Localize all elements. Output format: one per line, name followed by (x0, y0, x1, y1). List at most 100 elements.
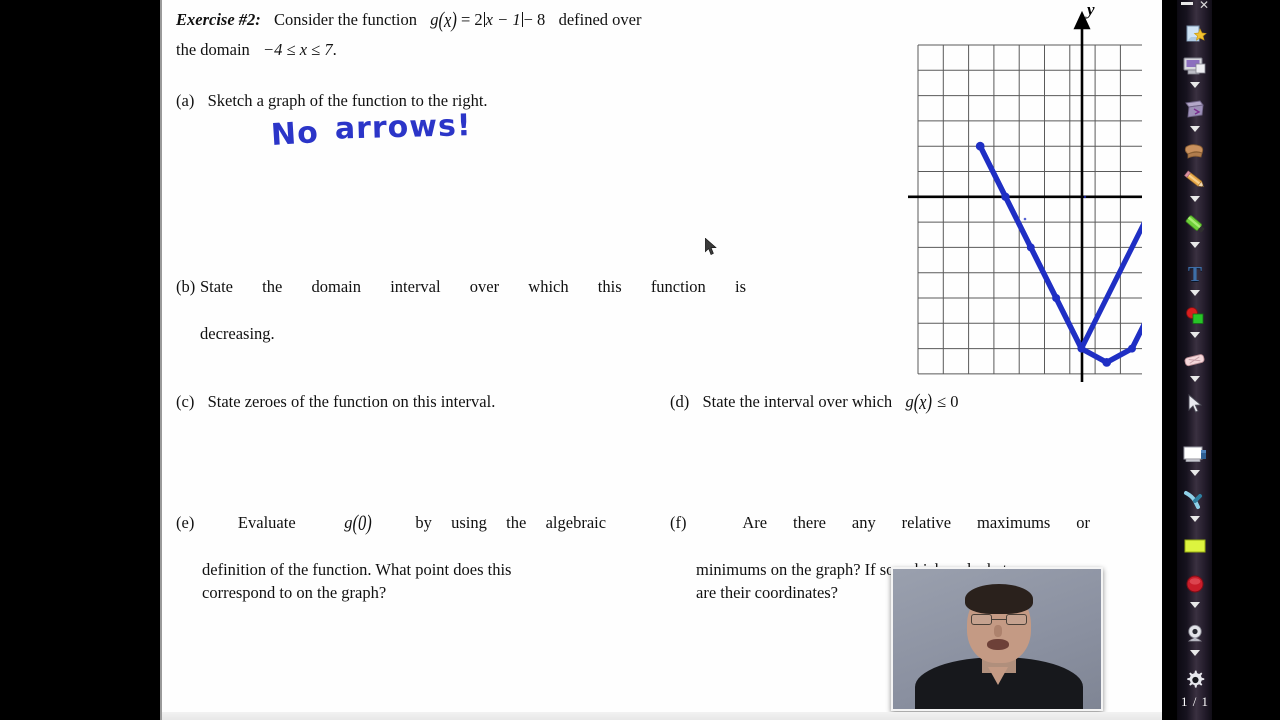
glasses-lens-right (1006, 614, 1027, 625)
pointer-icon (1182, 392, 1208, 416)
slides-icon (1182, 54, 1208, 78)
notebook-caret-button[interactable] (1177, 124, 1213, 134)
function-graph-drawn (977, 143, 1142, 366)
part-b: (b) State the domain interval over which… (176, 275, 746, 345)
function-argument: (x) (438, 6, 457, 33)
worksheet-canvas[interactable]: Exercise #2: Consider the function g(x) … (162, 0, 1213, 712)
tool-eraser[interactable] (1177, 348, 1213, 372)
y-axis-label: y (1087, 0, 1095, 19)
whiteboard-caret-button[interactable] (1177, 468, 1213, 478)
tool-pointer[interactable] (1177, 392, 1213, 416)
tool-whiteboard[interactable] (1177, 442, 1213, 466)
function-tail: − 8 (523, 10, 546, 29)
page-indicator: 1 / 1 (1180, 694, 1210, 709)
tool-webcam[interactable] (1177, 622, 1213, 646)
text-caret-button[interactable] (1177, 288, 1213, 298)
marker-caret-button[interactable] (1177, 240, 1213, 250)
ink-annotation-no-arrows: No arrows! (270, 106, 472, 153)
presenter-glasses (971, 614, 1027, 625)
scroll-icon (1182, 140, 1208, 164)
tool-notebook[interactable] (1177, 98, 1213, 122)
function-after: defined over (558, 10, 642, 29)
function-name: g (430, 10, 439, 29)
left-branch (977, 143, 1110, 366)
point-marker (1001, 192, 1010, 201)
function-equals: = 2 (460, 10, 483, 29)
domain-inequality: −4 ≤ x ≤ 7 (263, 40, 333, 60)
eraser-caret-button[interactable] (1177, 374, 1213, 384)
plotted-points (975, 141, 1136, 367)
shapes-caret-button[interactable] (1177, 330, 1213, 340)
part-e-math-g: g (344, 513, 353, 532)
tool-scroll[interactable] (1177, 140, 1213, 164)
mouse-cursor (705, 238, 717, 256)
record-caret-button[interactable] (1177, 600, 1213, 610)
ink-specks (1023, 195, 1087, 221)
close-icon[interactable]: ✕ (1199, 0, 1209, 12)
part-c: (c) State zeroes of the function on this… (176, 390, 596, 413)
eraser-icon (1182, 348, 1208, 372)
point-marker-vertex (1102, 358, 1112, 367)
tool-slides[interactable] (1177, 54, 1213, 78)
tool-highlight-swatch[interactable] (1177, 534, 1213, 558)
tool-record[interactable] (1177, 572, 1213, 596)
part-e-math-arg: (0) (352, 509, 372, 536)
webcam-overlay[interactable] (891, 567, 1103, 711)
absolute-value-expression: x − 1 (483, 10, 523, 29)
page-star-icon (1182, 22, 1208, 46)
slides-caret-button[interactable] (1177, 80, 1213, 90)
point-marker (1026, 243, 1035, 252)
grid-lines (917, 44, 1142, 375)
presenter-hair (965, 584, 1033, 614)
part-b-line1: State the domain interval over which thi… (200, 277, 746, 296)
part-e-label: (e) (176, 513, 195, 532)
gear-icon (1182, 668, 1208, 692)
part-d-label: (d) (670, 392, 690, 411)
exercise-intro: Consider the function (274, 10, 418, 29)
point-marker (1077, 344, 1086, 353)
toolbar-minimize-button[interactable] (1181, 2, 1193, 5)
part-f-line1: Are there any relative maximums or (742, 513, 1090, 532)
glasses-bridge (992, 619, 1006, 621)
tool-text[interactable]: T (1177, 262, 1213, 286)
point-marker (1052, 294, 1061, 302)
exercise-header: Exercise #2: Consider the function g(x) … (176, 7, 748, 62)
part-e: (e) Evaluate g(0) by using the algebraic… (176, 510, 606, 605)
pencil-caret-button[interactable] (1177, 194, 1213, 204)
ink-word-1: No (270, 115, 320, 153)
laser-caret-button[interactable] (1177, 514, 1213, 524)
part-f-label: (f) (670, 513, 687, 532)
domain-prefix: the domain (176, 40, 250, 60)
presenter-mouth (987, 639, 1009, 650)
part-e-line1a: Evaluate (237, 513, 296, 532)
screen-recording-view: Exercise #2: Consider the function g(x) … (0, 0, 1280, 720)
laser-icon (1182, 488, 1208, 512)
point-marker (1128, 344, 1136, 353)
tool-settings[interactable] (1177, 668, 1213, 692)
whiteboard-icon (1182, 442, 1208, 466)
part-c-label: (c) (176, 392, 195, 411)
part-e-line2: definition of the function. What point d… (202, 559, 512, 579)
tool-laser[interactable] (1177, 488, 1213, 512)
letterbox-left (0, 0, 160, 720)
tool-pencil[interactable] (1177, 168, 1213, 192)
exercise-label: Exercise #2: (176, 10, 261, 29)
record-icon (1182, 572, 1208, 596)
part-c-text: State zeroes of the function on this int… (207, 392, 496, 411)
tool-page-star[interactable] (1177, 22, 1213, 46)
tool-shapes[interactable] (1177, 304, 1213, 328)
text-tool-icon: T (1187, 261, 1202, 286)
part-b-line2: decreasing. (200, 323, 275, 343)
shapes-icon (1182, 304, 1208, 328)
page-bottom-edge (162, 712, 1162, 720)
worksheet-page[interactable]: Exercise #2: Consider the function g(x) … (160, 0, 1213, 720)
presenter-nose (994, 625, 1002, 637)
glasses-lens-left (971, 614, 992, 625)
annotation-toolbar[interactable]: ✕ T 1 / 1 (1176, 0, 1212, 720)
webcam-icon (1182, 622, 1208, 646)
tool-marker[interactable] (1177, 212, 1213, 236)
webcam-caret-button[interactable] (1177, 648, 1213, 658)
right-branch (1104, 322, 1142, 366)
coordinate-graph[interactable]: y x (742, 0, 1213, 400)
part-b-label: (b) (176, 277, 196, 296)
